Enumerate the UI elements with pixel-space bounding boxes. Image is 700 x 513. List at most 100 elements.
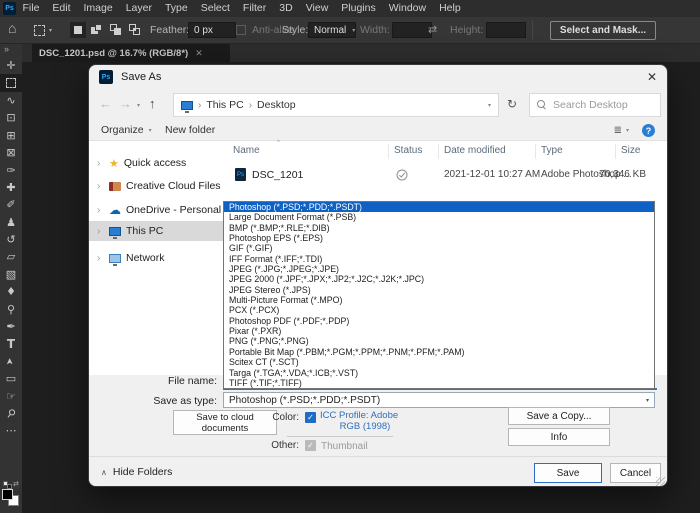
format-option[interactable]: PNG (*.PNG;*.PNG) bbox=[224, 336, 654, 346]
cancel-button[interactable]: Cancel bbox=[610, 463, 661, 483]
format-option[interactable]: JPEG (*.JPG;*.JPEG;*.JPE) bbox=[224, 264, 654, 274]
expander-icon[interactable]: › bbox=[97, 181, 104, 192]
menu-edit[interactable]: Edit bbox=[46, 0, 77, 17]
format-option[interactable]: Large Document Format (*.PSB) bbox=[224, 212, 654, 222]
path-selection-tool[interactable]: ➤ bbox=[0, 353, 22, 370]
object-selection-tool[interactable]: ⊡ bbox=[0, 109, 22, 126]
expander-icon[interactable]: › bbox=[97, 205, 104, 216]
sidebar-item-onedrive-personal[interactable]: › ☁ OneDrive - Personal bbox=[89, 200, 231, 220]
anti-alias-checkbox[interactable] bbox=[236, 25, 246, 35]
column-header-size[interactable]: Size bbox=[621, 145, 640, 156]
expander-icon[interactable]: › bbox=[97, 253, 104, 264]
format-option[interactable]: Photoshop (*.PSD;*.PDD;*.PSDT) bbox=[224, 202, 654, 213]
menu-filter[interactable]: Filter bbox=[236, 0, 272, 17]
save-a-copy-button[interactable]: Save a Copy... bbox=[508, 407, 610, 425]
gradient-tool[interactable]: ▧ bbox=[0, 266, 22, 283]
expander-icon[interactable]: › bbox=[97, 158, 104, 169]
format-option[interactable]: Photoshop PDF (*.PDF;*.PDP) bbox=[224, 316, 654, 326]
save-as-type-select[interactable]: Photoshop (*.PSD;*.PDD;*.PSDT) ▾ bbox=[223, 392, 655, 408]
menu-layer[interactable]: Layer bbox=[119, 0, 158, 17]
up-icon[interactable]: ↑ bbox=[149, 96, 156, 111]
expander-icon[interactable]: › bbox=[97, 226, 104, 237]
column-header-type[interactable]: Type bbox=[541, 145, 563, 156]
type-tool[interactable]: T bbox=[0, 335, 22, 352]
feather-input[interactable] bbox=[188, 22, 236, 38]
photoshop-logo-icon[interactable]: Ps bbox=[3, 2, 16, 15]
menu-file[interactable]: File bbox=[16, 0, 46, 17]
menu-window[interactable]: Window bbox=[382, 0, 432, 17]
clone-stamp-tool[interactable]: ♟ bbox=[0, 214, 22, 231]
intersect-selection-button[interactable] bbox=[127, 22, 143, 38]
sidebar-item-quick-access[interactable]: › ★ Quick access bbox=[89, 153, 231, 173]
foreground-color-swatch[interactable] bbox=[2, 489, 13, 500]
home-icon[interactable]: ⌂ bbox=[8, 20, 16, 36]
column-header-date-modified[interactable]: Date modified bbox=[444, 145, 506, 156]
crop-tool[interactable]: ⊞ bbox=[0, 127, 22, 144]
rectangle-tool[interactable]: ▭ bbox=[0, 370, 22, 387]
format-option[interactable]: Scitex CT (*.SCT) bbox=[224, 357, 654, 367]
rectangular-marquee-tool[interactable] bbox=[0, 74, 22, 92]
new-folder-button[interactable]: New folder bbox=[165, 124, 215, 136]
sidebar-item-network[interactable]: › Network bbox=[89, 248, 231, 268]
column-header-name[interactable]: Name bbox=[233, 145, 260, 156]
add-to-selection-button[interactable] bbox=[89, 22, 105, 38]
resize-grip[interactable] bbox=[656, 477, 665, 486]
swap-dimensions-icon[interactable]: ⇄ bbox=[428, 23, 437, 36]
menu-type[interactable]: Type bbox=[158, 0, 194, 17]
format-option[interactable]: JPEG 2000 (*.JPF;*.JPX;*.JP2;*.J2C;*.J2K… bbox=[224, 274, 654, 284]
format-option[interactable]: Photoshop EPS (*.EPS) bbox=[224, 233, 654, 243]
organize-button[interactable]: Organize ▾ bbox=[101, 124, 152, 136]
breadcrumb[interactable]: › This PC › Desktop ▾ bbox=[173, 93, 499, 117]
format-option[interactable]: Multi-Picture Format (*.MPO) bbox=[224, 295, 654, 305]
blur-tool[interactable]: ♦ bbox=[0, 283, 22, 300]
address-chevron-icon[interactable]: ▾ bbox=[488, 102, 491, 109]
view-mode-button[interactable]: ≣ ▾ bbox=[614, 125, 629, 136]
collapse-panel-icon[interactable]: » bbox=[4, 44, 9, 54]
menu-3d[interactable]: 3D bbox=[273, 0, 299, 17]
forward-icon[interactable]: → bbox=[119, 96, 132, 111]
breadcrumb-this-pc[interactable]: This PC bbox=[206, 99, 243, 111]
move-tool[interactable]: ✛ bbox=[0, 57, 22, 74]
format-option[interactable]: TIFF (*.TIF;*.TIFF) bbox=[224, 378, 654, 388]
thumbnail-checkbox[interactable]: ✓ bbox=[305, 440, 316, 451]
zoom-tool[interactable]: ⚲ bbox=[0, 405, 22, 422]
refresh-icon[interactable]: ↻ bbox=[507, 97, 517, 111]
brush-tool[interactable]: ✐ bbox=[0, 196, 22, 213]
style-select[interactable]: Normal ▾ bbox=[308, 22, 356, 38]
pen-tool[interactable]: ✒ bbox=[0, 318, 22, 335]
format-option[interactable]: BMP (*.BMP;*.RLE;*.DIB) bbox=[224, 223, 654, 233]
info-button[interactable]: Info bbox=[508, 428, 610, 446]
swap-colors-icon[interactable]: ⇄ bbox=[13, 480, 19, 488]
eraser-tool[interactable]: ▱ bbox=[0, 248, 22, 265]
hand-tool[interactable]: ☞ bbox=[0, 387, 22, 404]
frame-tool[interactable]: ⊠ bbox=[0, 144, 22, 161]
help-icon[interactable]: ? bbox=[642, 124, 655, 137]
dodge-tool[interactable]: ⚲ bbox=[0, 300, 22, 317]
breadcrumb-desktop[interactable]: Desktop bbox=[257, 99, 296, 111]
icc-profile-label[interactable]: ICC Profile: Adobe RGB (1998) bbox=[320, 410, 410, 432]
eyedropper-tool[interactable]: ✑ bbox=[0, 161, 22, 178]
back-icon[interactable]: ← bbox=[99, 96, 112, 111]
lasso-tool[interactable]: ∿ bbox=[0, 92, 22, 109]
format-option[interactable]: IFF Format (*.IFF;*.TDI) bbox=[224, 254, 654, 264]
menu-select[interactable]: Select bbox=[194, 0, 236, 17]
document-tab[interactable]: DSC_1201.psd @ 16.7% (RGB/8*) ✕ bbox=[32, 44, 230, 62]
menu-image[interactable]: Image bbox=[77, 0, 119, 17]
format-option[interactable]: Pixar (*.PXR) bbox=[224, 326, 654, 336]
menu-plugins[interactable]: Plugins bbox=[335, 0, 382, 17]
select-and-mask-button[interactable]: Select and Mask... bbox=[550, 21, 656, 40]
history-brush-tool[interactable]: ↺ bbox=[0, 231, 22, 248]
save-button[interactable]: Save bbox=[534, 463, 602, 483]
format-option[interactable]: GIF (*.GIF) bbox=[224, 243, 654, 253]
width-input[interactable] bbox=[392, 22, 432, 38]
sidebar-item-creative-cloud-files[interactable]: › Creative Cloud Files bbox=[89, 176, 231, 196]
menu-view[interactable]: View bbox=[299, 0, 335, 17]
sidebar-item-this-pc[interactable]: › This PC bbox=[89, 221, 231, 241]
format-option[interactable]: Targa (*.TGA;*.VDA;*.ICB;*.VST) bbox=[224, 368, 654, 378]
history-chevron-icon[interactable]: ▾ bbox=[137, 102, 140, 109]
tool-preset-dropdown[interactable]: ▾ bbox=[34, 22, 62, 39]
file-row[interactable]: Ps DSC_1201 2021-12-01 10:27 AM Adobe Ph… bbox=[231, 165, 661, 185]
new-selection-button[interactable] bbox=[70, 22, 86, 38]
height-input[interactable] bbox=[486, 22, 526, 38]
close-tab-icon[interactable]: ✕ bbox=[195, 48, 203, 59]
